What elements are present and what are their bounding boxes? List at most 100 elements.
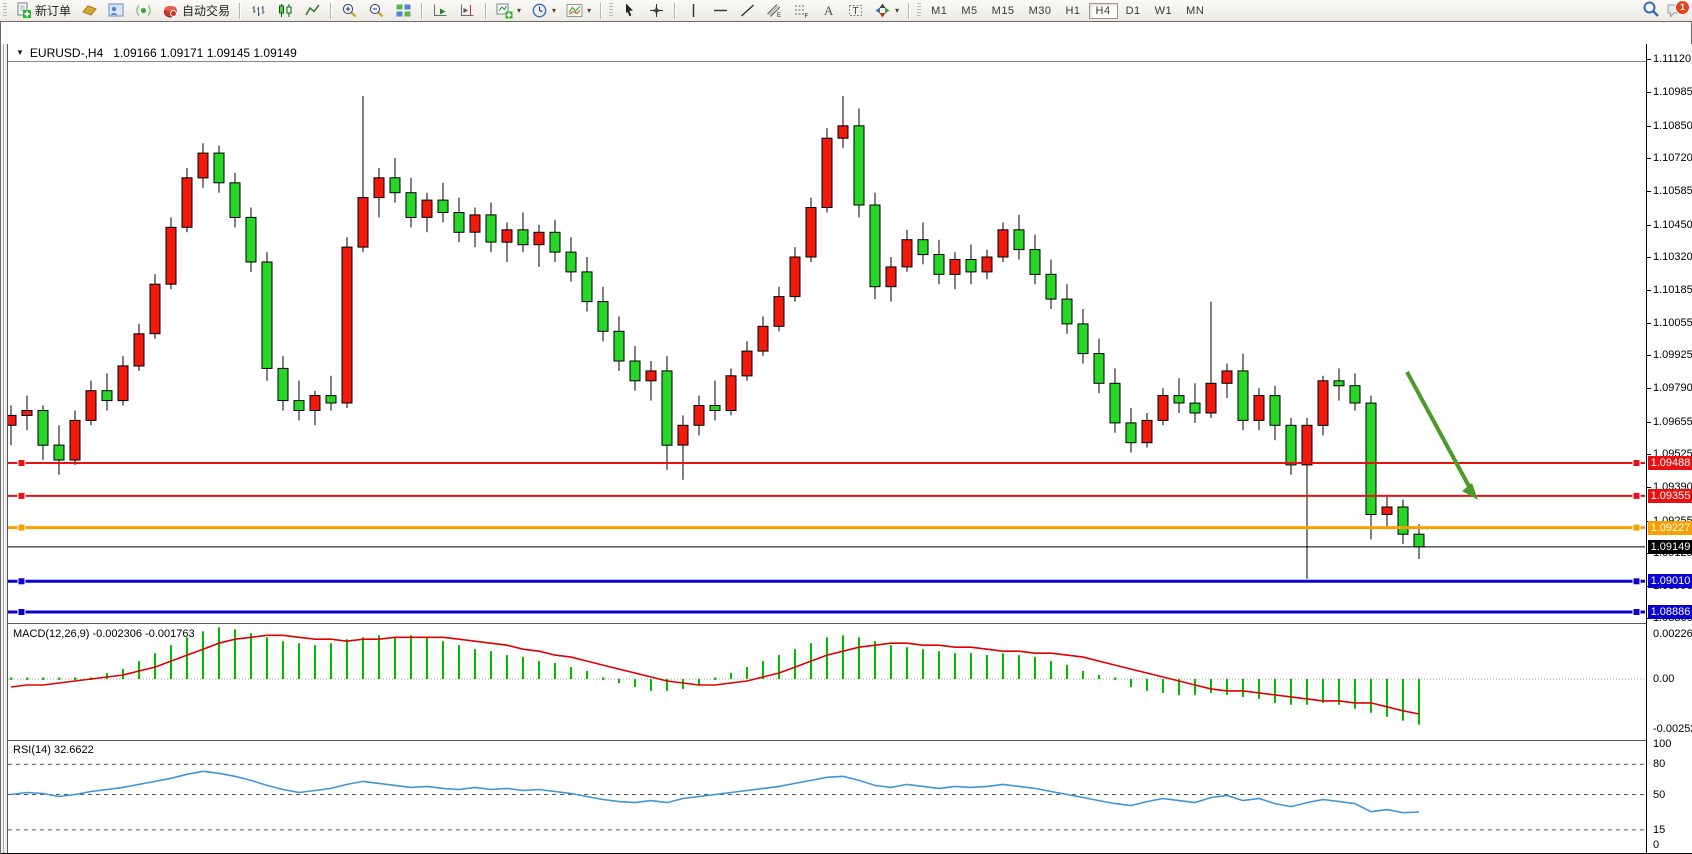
new-chart-button[interactable]: ▾ [492, 0, 525, 21]
price-axis-label: 1.10585 [1653, 185, 1692, 197]
zoom-in-button[interactable] [337, 0, 362, 21]
line-handle[interactable] [18, 578, 25, 585]
trend-line-icon [739, 2, 756, 19]
chart-shift-button[interactable] [455, 0, 480, 21]
autotrading-button[interactable]: 自动交易 [158, 0, 234, 21]
navigator-button[interactable] [104, 0, 129, 21]
line-handle[interactable] [1633, 492, 1640, 499]
timeframe-button-mn[interactable]: MN [1180, 4, 1210, 18]
candle-body [1302, 425, 1312, 465]
candle-body [614, 331, 624, 361]
candle-body [134, 334, 144, 366]
line-handle[interactable] [18, 524, 25, 531]
auto-scroll-button[interactable] [428, 0, 453, 21]
arrow-head-icon [1462, 483, 1478, 500]
price-axis-label: 1.09655 [1653, 416, 1692, 428]
price-axis-tick [1647, 323, 1651, 324]
candle-body [1174, 396, 1184, 403]
down-arrow-annotation[interactable] [1407, 372, 1478, 500]
price-axis-label: 1.10320 [1653, 251, 1692, 263]
templates-button[interactable]: ▾ [562, 0, 595, 21]
candle-body [358, 198, 368, 248]
fibonacci-tool-button[interactable]: F [789, 0, 814, 21]
price-axis-tick [1647, 257, 1651, 258]
candle-body [486, 215, 496, 242]
line-handle[interactable] [1633, 460, 1640, 467]
main-chart-plot[interactable] [8, 62, 1646, 624]
market-watch-button[interactable] [77, 0, 102, 21]
toolbar-right-group: 1 [1642, 0, 1686, 21]
text-tool-button[interactable]: A [816, 0, 841, 21]
doc-plus-icon [15, 2, 32, 19]
periods-button[interactable]: ▾ [527, 0, 560, 21]
zoom-out-button[interactable] [364, 0, 389, 21]
timeframe-button-d1[interactable]: D1 [1120, 4, 1147, 18]
new-order-button[interactable]: 新订单 [11, 0, 75, 21]
trendline-tool-button[interactable] [735, 0, 760, 21]
price-badge-1.09488: 1.09488 [1648, 456, 1692, 470]
signals-button[interactable] [131, 0, 156, 21]
line-handle[interactable] [1633, 578, 1640, 585]
macd-panel[interactable] [8, 626, 1646, 740]
vertical-line-tool-button[interactable] [681, 0, 706, 21]
rsi-axis-label: 100 [1653, 738, 1671, 750]
horizontal-line-tool-button[interactable] [708, 0, 733, 21]
price-axis-tick [1647, 454, 1651, 455]
toolbar-separator [239, 3, 241, 19]
timeframe-button-m1[interactable]: M1 [925, 4, 953, 18]
crosshair-tool-button[interactable] [644, 0, 669, 21]
candle-body [246, 217, 256, 262]
horizontal-price-lines[interactable] [8, 460, 1645, 616]
bar-chart-button[interactable] [246, 0, 271, 21]
chevron-down-icon[interactable]: ▾ [587, 6, 591, 15]
timeframe-button-h4[interactable]: H4 [1089, 3, 1118, 19]
timeframe-button-h1[interactable]: H1 [1059, 4, 1086, 18]
toolbar-separator [485, 3, 487, 19]
search-button[interactable] [1642, 0, 1660, 21]
candlestick-chart-button[interactable] [273, 0, 298, 21]
text-label-tool-button[interactable]: T [843, 0, 868, 21]
cursor-tool-button[interactable] [617, 0, 642, 21]
candle-body [966, 260, 976, 272]
line-chart-button[interactable] [300, 0, 325, 21]
macd-axis-label: -0.002523 [1653, 723, 1692, 735]
price-axis-label: 1.11120 [1653, 53, 1691, 65]
chevron-down-icon[interactable]: ▾ [552, 6, 556, 15]
line-handle[interactable] [1633, 609, 1640, 616]
equidistant-channel-tool-button[interactable]: E [762, 0, 787, 21]
price-axis[interactable]: 1.111201.109851.108501.107201.105851.104… [1646, 44, 1692, 853]
toolbar-grip [609, 3, 613, 18]
timeframe-button-w1[interactable]: W1 [1149, 4, 1179, 18]
timeframe-button-m30[interactable]: M30 [1023, 4, 1058, 18]
candle-body [1206, 383, 1216, 413]
line-handle[interactable] [18, 492, 25, 499]
candle-body [1158, 396, 1168, 421]
collapse-triangle-icon[interactable]: ▼ [16, 48, 24, 57]
timeframe-button-m15[interactable]: M15 [986, 4, 1021, 18]
toolbar-separator [600, 3, 602, 19]
candle-body [742, 351, 752, 376]
macd-label: MACD(12,26,9) -0.002306 -0.001763 [13, 628, 195, 640]
notifications-button[interactable]: 1 [1666, 1, 1686, 21]
tile-windows-button[interactable] [391, 0, 416, 21]
arrows-tool-button[interactable]: ▾ [870, 0, 903, 21]
candle-body [726, 376, 736, 411]
price-axis-label: 1.10985 [1653, 86, 1692, 98]
line-handle[interactable] [18, 609, 25, 616]
rsi-panel[interactable] [8, 742, 1646, 853]
navigator-icon [108, 2, 125, 19]
candle-body [566, 252, 576, 272]
timeframe-button-m5[interactable]: M5 [955, 4, 983, 18]
candle-body [1094, 354, 1104, 384]
chevron-down-icon[interactable]: ▾ [895, 6, 899, 15]
line-handle[interactable] [1633, 524, 1640, 531]
toolbar-separator [330, 3, 332, 19]
chevron-down-icon[interactable]: ▾ [517, 6, 521, 15]
crosshair-icon [648, 2, 665, 19]
macd-axis-label: 0.00 [1653, 673, 1674, 685]
candle-body [662, 371, 672, 445]
candle-body [38, 411, 48, 446]
line-handle[interactable] [18, 460, 25, 467]
price-axis-tick [1647, 290, 1651, 291]
candle-body [166, 227, 176, 284]
